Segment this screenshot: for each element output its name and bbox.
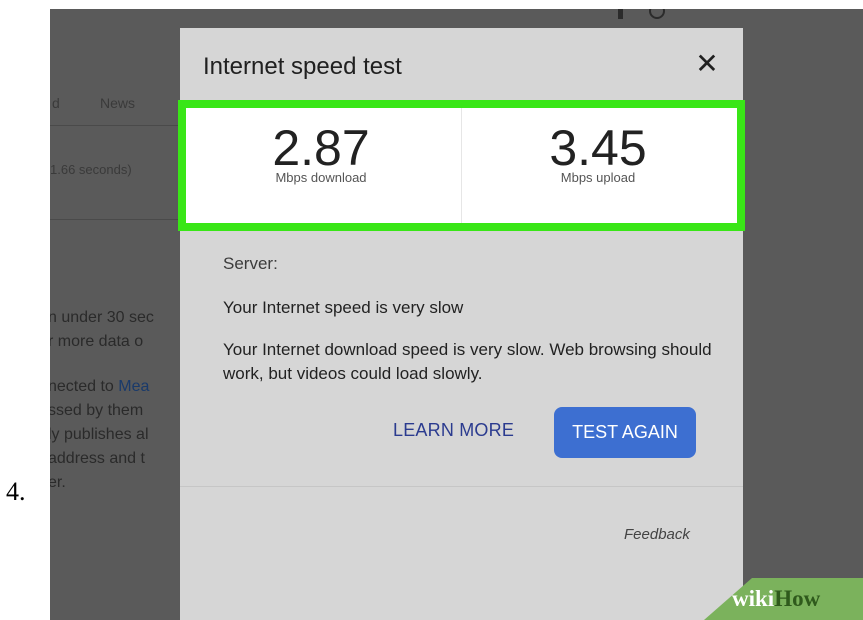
bg-text-line: r more data o: [50, 333, 144, 350]
download-metric: 2.87 Mbps download: [186, 120, 456, 185]
bg-text-line: ssed by them: [50, 402, 144, 419]
upload-metric: 3.45 Mbps upload: [463, 120, 733, 185]
speed-test-dialog: Internet speed test ✕ 2.87 Mbps download…: [178, 28, 745, 620]
bg-text-line: n under 30 sec: [50, 309, 154, 326]
download-value: 2.87: [272, 120, 370, 176]
bg-tab-partial[interactable]: d: [52, 95, 60, 111]
close-icon[interactable]: ✕: [690, 47, 724, 81]
speed-summary: Your Internet speed is very slow: [223, 298, 464, 317]
speed-detail: Your Internet download speed is very slo…: [223, 340, 712, 383]
bg-text-segment: nected to: [50, 378, 119, 395]
bg-text-line: nected to Mea: [50, 378, 149, 396]
step-number: 4.: [6, 477, 26, 506]
screenshot-frame: d News 1.66 seconds) n under 30 sec r mo…: [50, 9, 863, 620]
metric-divider: [461, 108, 462, 223]
bg-divider: [50, 125, 180, 126]
bg-results-stats: 1.66 seconds): [50, 162, 132, 177]
test-again-button[interactable]: TEST AGAIN: [554, 407, 696, 458]
learn-more-link[interactable]: LEARN MORE: [393, 420, 514, 441]
upload-unit: Mbps upload: [560, 170, 636, 185]
dialog-title: Internet speed test: [203, 53, 402, 80]
bg-divider: [50, 219, 180, 220]
bg-link[interactable]: Mea: [118, 378, 149, 395]
dialog-divider: [180, 486, 743, 487]
watermark-wiki: wiki: [732, 586, 775, 611]
feedback-link[interactable]: Feedback: [624, 526, 690, 543]
watermark-how: How: [774, 586, 821, 611]
watermark-logo: wikiHow: [732, 586, 820, 612]
bg-text-line: er.: [50, 474, 66, 491]
bg-toolbar-icon: [618, 9, 623, 19]
upload-value: 3.45: [549, 120, 647, 176]
bg-tab-news[interactable]: News: [100, 95, 135, 111]
bg-search-icon: [649, 9, 665, 19]
bg-text-line: address and t: [50, 450, 145, 467]
server-label: Server:: [223, 254, 278, 273]
download-unit: Mbps download: [275, 170, 367, 185]
bg-text-line: ly publishes al: [50, 426, 149, 443]
speed-results-panel: 2.87 Mbps download 3.45 Mbps upload: [178, 100, 745, 231]
